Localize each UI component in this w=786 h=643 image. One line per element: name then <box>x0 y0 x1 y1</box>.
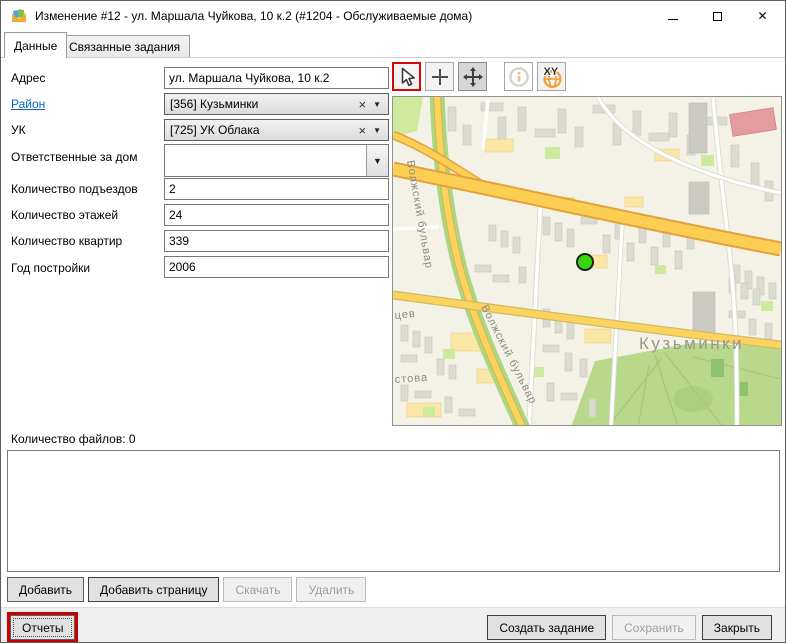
save-button: Сохранить <box>612 615 696 640</box>
maximize-icon <box>713 12 722 21</box>
files-list-area[interactable] <box>7 450 780 572</box>
tab-related-tasks[interactable]: Связанные задания <box>59 35 190 57</box>
uk-combobox[interactable]: [725] УК Облака × ▼ <box>164 119 389 141</box>
district-link[interactable]: Район <box>11 97 45 111</box>
close-dialog-button[interactable]: Закрыть <box>702 615 772 640</box>
responsible-combobox[interactable]: ▼ <box>164 144 389 177</box>
apartments-label: Количество квартир <box>11 234 122 248</box>
reports-button-label: Отчеты <box>22 621 63 635</box>
clear-icon[interactable]: × <box>354 123 373 138</box>
close-button[interactable]: ✕ <box>740 1 785 31</box>
pan-move-tool[interactable] <box>458 62 487 91</box>
map-panel[interactable]: Волжский бульвар Волжский бульвар цев ст… <box>392 96 782 426</box>
map-toolbar: XY <box>392 62 570 91</box>
close-icon: ✕ <box>757 10 767 22</box>
pan-move-icon <box>461 65 485 89</box>
reports-button[interactable]: Отчеты <box>10 615 75 640</box>
responsible-value <box>165 145 366 176</box>
info-tool <box>504 62 533 91</box>
uk-label: УК <box>11 123 26 137</box>
delete-file-button: Удалить <box>296 577 366 602</box>
window-controls: ✕ <box>650 1 785 31</box>
responsible-label: Ответственные за дом <box>11 150 137 164</box>
cursor-select-tool[interactable] <box>392 62 421 91</box>
titlebar: Изменение #12 - ул. Маршала Чуйкова, 10 … <box>1 1 785 31</box>
floors-label: Количество этажей <box>11 208 118 222</box>
create-task-button[interactable]: Создать задание <box>487 615 606 640</box>
map-canvas: Волжский бульвар Волжский бульвар цев ст… <box>393 97 781 426</box>
tab-strip-border <box>1 57 785 58</box>
address-label: Адрес <box>11 71 45 85</box>
entrances-input[interactable] <box>164 178 389 200</box>
crosshair-add-tool[interactable] <box>425 62 454 91</box>
cursor-select-icon <box>396 66 418 88</box>
tab-data[interactable]: Данные <box>4 32 67 58</box>
app-window: Изменение #12 - ул. Маршала Чуйкова, 10 … <box>0 0 786 643</box>
map-marker[interactable] <box>577 254 593 270</box>
files-count-label: Количество файлов: 0 <box>11 432 136 446</box>
footer-bar: Отчеты Создать задание Сохранить Закрыть <box>1 607 785 642</box>
xy-coordinates-icon: XY <box>539 64 565 90</box>
build-year-label: Год постройки <box>11 261 90 275</box>
address-input[interactable] <box>164 67 389 89</box>
window-title: Изменение #12 - ул. Маршала Чуйкова, 10 … <box>35 9 472 23</box>
add-file-button[interactable]: Добавить <box>7 577 84 602</box>
chevron-down-icon[interactable]: ▼ <box>366 145 388 176</box>
floors-input[interactable] <box>164 204 389 226</box>
build-year-input[interactable] <box>164 256 389 278</box>
district-label-kuzminki: Кузьминки <box>639 334 744 353</box>
district-combobox[interactable]: [356] Кузьминки × ▼ <box>164 93 389 115</box>
xy-coordinates-tool[interactable]: XY <box>537 62 566 91</box>
minimize-button[interactable] <box>650 1 695 31</box>
app-envelope-icon <box>10 7 28 25</box>
files-buttons: Добавить Добавить страницу Скачать Удали… <box>7 577 366 602</box>
chevron-down-icon[interactable]: ▼ <box>373 126 388 135</box>
info-icon <box>507 65 531 89</box>
footer-right-buttons: Создать задание Сохранить Закрыть <box>487 615 772 640</box>
street-label-partial-top: цев <box>394 308 416 322</box>
download-file-button: Скачать <box>223 577 292 602</box>
minimize-icon <box>668 19 678 20</box>
maximize-button[interactable] <box>695 1 740 31</box>
chevron-down-icon[interactable]: ▼ <box>373 100 388 109</box>
crosshair-add-icon <box>429 66 451 88</box>
add-page-button[interactable]: Добавить страницу <box>88 577 219 602</box>
district-value: [356] Кузьминки <box>165 97 354 111</box>
street-label-partial-bottom: стова <box>394 372 428 386</box>
uk-value: [725] УК Облака <box>165 123 354 137</box>
svg-text:XY: XY <box>543 66 558 78</box>
apartments-input[interactable] <box>164 230 389 252</box>
entrances-label: Количество подъездов <box>11 182 138 196</box>
clear-icon[interactable]: × <box>354 97 373 112</box>
